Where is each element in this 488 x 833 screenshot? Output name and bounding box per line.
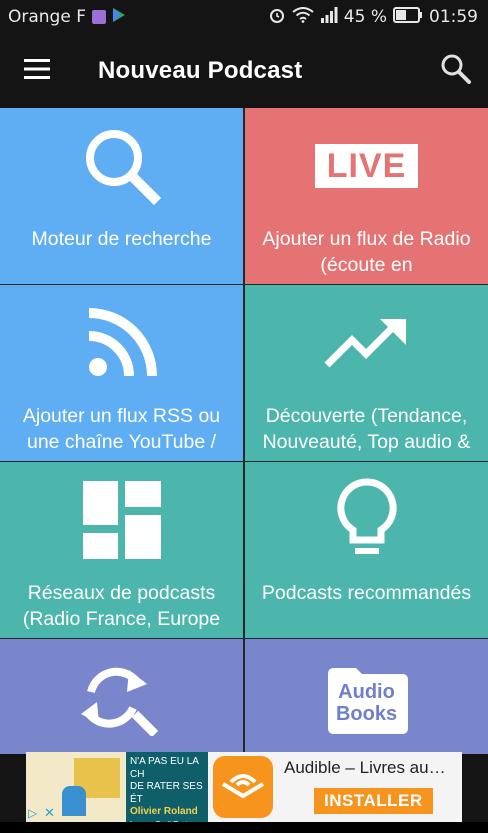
search-icon [440, 53, 472, 90]
battery-icon [393, 6, 423, 28]
category-grid: Moteur de recherche LIVE Ajouter un flux… [0, 108, 488, 754]
status-bar: Orange F 45 % 01:59 [0, 0, 488, 34]
ad-book-cover: ▷ ✕ [26, 752, 126, 822]
install-button[interactable]: INSTALLER [314, 788, 433, 814]
search-button[interactable] [424, 34, 488, 108]
dashboard-icon [0, 480, 243, 560]
carrier-name: Orange F [8, 7, 86, 27]
live-icon: LIVE [245, 126, 488, 206]
ad-banner[interactable]: ▷ ✕ N'A PAS EU LA CH DE RATER SES ÉT Oli… [26, 752, 462, 829]
tile-discovery[interactable]: Découverte (Tendance, Nouveauté, Top aud… [245, 285, 488, 461]
lightbulb-icon [245, 478, 488, 560]
tile-recommended[interactable]: Podcasts recommandés [245, 462, 488, 638]
tile-label: Réseaux de podcasts (Radio France, Europ… [22, 582, 221, 630]
ad-promo-line: Olivier Roland [130, 806, 198, 817]
alarm-icon [268, 6, 286, 29]
tile-audiobooks[interactable]: Audio Books [245, 639, 488, 754]
audiobooks-icon-text-1: Audio [338, 681, 395, 703]
ad-promo-line: N'A PAS EU LA CH [130, 756, 199, 780]
tile-label: Ajouter un flux RSS ou une chaîne YouTub… [22, 405, 221, 453]
ad-promo: N'A PAS EU LA CH DE RATER SES ÉT Olivier… [126, 752, 208, 829]
tile-add-radio[interactable]: LIVE Ajouter un flux de Radio (écoute en [245, 108, 488, 284]
hamburger-menu-icon [24, 58, 50, 84]
tile-update-search[interactable] [0, 639, 243, 754]
clock: 01:59 [429, 7, 478, 27]
tile-search-engine[interactable]: Moteur de recherche [0, 108, 243, 284]
trending-up-icon [245, 303, 488, 383]
ad-close-icon[interactable]: ✕ [44, 806, 58, 820]
audiobooks-icon-text-2: Books [335, 703, 398, 725]
live-icon-text: LIVE [314, 144, 419, 188]
ad-app-name: Audible – Livres au… [284, 758, 446, 777]
search-icon [0, 126, 243, 206]
tile-label: Podcasts recommandés [261, 582, 472, 604]
audiobooks-icon: Audio Books [245, 661, 488, 741]
tile-label: Découverte (Tendance, Nouveauté, Top aud… [262, 405, 471, 453]
ad-text: Audible – Livres au… INSTALLER [278, 752, 462, 822]
play-store-icon [112, 7, 126, 28]
wifi-icon [292, 6, 314, 28]
tile-add-rss[interactable]: Ajouter un flux RSS ou une chaîne YouTub… [0, 285, 243, 461]
signal-icon [320, 6, 338, 28]
system-nav-bar [0, 822, 488, 833]
tile-podcast-networks[interactable]: Réseaux de podcasts (Radio France, Europ… [0, 462, 243, 638]
menu-button[interactable] [0, 34, 74, 108]
ad-promo-line: DE RATER SES ÉT [130, 781, 203, 805]
rss-icon [0, 303, 243, 383]
ad-info-icon[interactable]: ▷ [28, 806, 42, 820]
refresh-search-icon [0, 659, 243, 739]
app-bar: Nouveau Podcast [0, 34, 488, 108]
tile-label: Moteur de recherche [31, 228, 212, 250]
page-title: Nouveau Podcast [98, 57, 303, 84]
tile-label: Ajouter un flux de Radio (écoute en [262, 228, 471, 276]
battery-percent: 45 % [343, 7, 387, 27]
audible-logo [208, 752, 278, 822]
notification-app-icon [92, 10, 106, 24]
